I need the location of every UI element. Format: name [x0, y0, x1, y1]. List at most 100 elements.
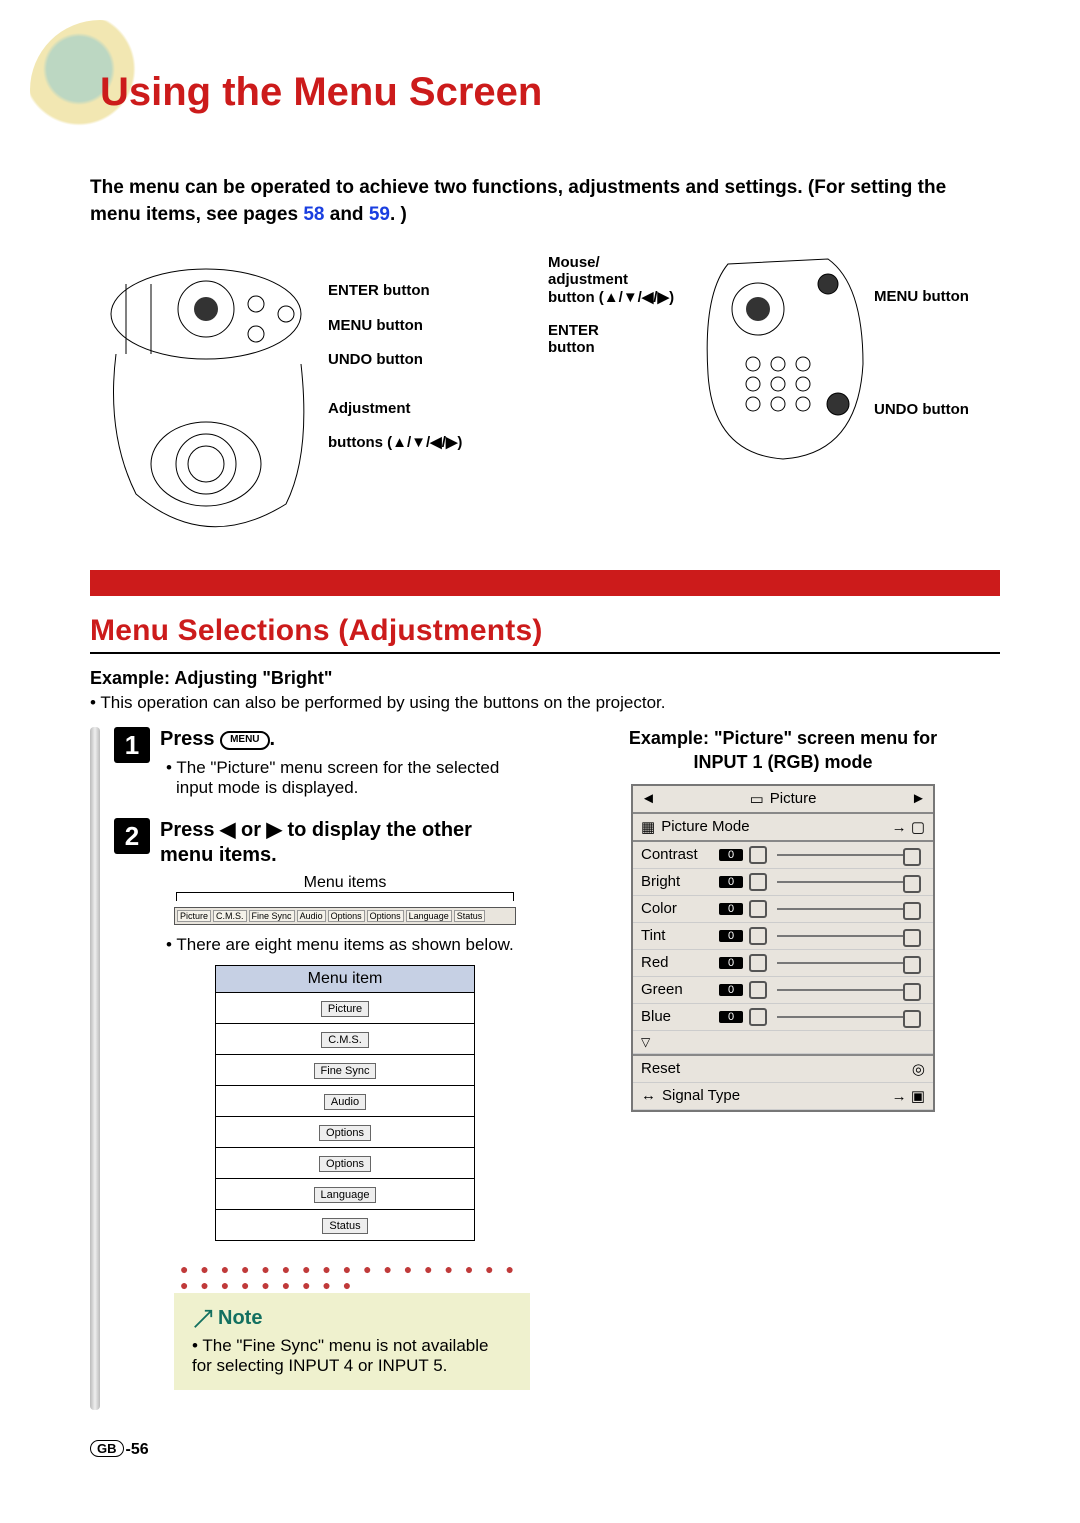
strip-item: Audio	[297, 910, 326, 922]
osd-row-green: Green 0	[633, 977, 933, 1004]
reset-icon: ◎	[912, 1060, 925, 1078]
menu-table-row: Status	[322, 1218, 367, 1234]
menu-table-row: Options	[319, 1125, 371, 1141]
slider-track	[777, 854, 921, 856]
osd-label-red: Red	[641, 954, 713, 971]
osd-row-tint: Tint 0	[633, 923, 933, 950]
osd-val-tint: 0	[719, 930, 743, 942]
projector-illustration	[96, 254, 316, 534]
example-heading: Example: Adjusting "Bright"	[90, 668, 1000, 689]
diagram-area: ENTER button MENU button UNDO button Adj…	[90, 248, 1000, 540]
menu-item-table: Menu item Picture C.M.S. Fine Sync Audio…	[215, 965, 475, 1241]
osd-label-bright: Bright	[641, 873, 713, 890]
label-remote-enter-b: button	[548, 339, 698, 356]
note-dots: ● ● ● ● ● ● ● ● ● ● ● ● ● ● ● ● ● ● ● ● …	[160, 1261, 530, 1293]
slider-knob-icon	[749, 981, 767, 999]
slider-track	[777, 881, 921, 883]
menu-table-row: Fine Sync	[314, 1063, 377, 1079]
step-2: 2 Press ◀ or ▶ to display the other menu…	[90, 818, 530, 1390]
note-icon	[192, 1308, 214, 1330]
osd-row-color: Color 0	[633, 896, 933, 923]
slider-track	[777, 1016, 921, 1018]
page-link-59[interactable]: 59	[369, 204, 390, 225]
note-box: Note • The "Fine Sync" menu is not avail…	[174, 1293, 530, 1390]
osd-label-contrast: Contrast	[641, 846, 713, 863]
label-undo-button: UNDO button	[328, 343, 462, 378]
label-adjustment-a: Adjustment	[328, 392, 462, 427]
osd-val-color: 0	[719, 903, 743, 915]
menu-table-row: Options	[319, 1156, 371, 1172]
page-number: GB-56	[90, 1440, 1000, 1459]
label-remote-undo: UNDO button	[874, 401, 994, 418]
osd-signal-row: ↔ Signal Type → ▣	[633, 1083, 933, 1110]
step-1: 1 Press MENU. • The "Picture" menu scree…	[90, 727, 530, 798]
step-1-title-a: Press	[160, 728, 220, 750]
osd-example-title: Example: "Picture" screen menu for INPUT…	[566, 727, 1000, 774]
slider-knob-icon	[749, 873, 767, 891]
label-enter-button: ENTER button	[328, 274, 462, 309]
page-link-58[interactable]: 58	[303, 204, 324, 225]
label-mouse-b: adjustment	[548, 271, 698, 288]
osd-panel: ◄ ▭ Picture ► ▦ Picture Mode → ▢ Contras…	[631, 784, 935, 1112]
slider-track	[777, 989, 921, 991]
chevron-down-icon: ▽	[641, 1035, 650, 1049]
page-title: Using the Menu Screen	[100, 70, 1000, 115]
strip-item: Language	[406, 910, 452, 922]
osd-header-label: Picture	[770, 790, 817, 807]
osd-val-blue: 0	[719, 1011, 743, 1023]
intro-text-b: . )	[390, 204, 407, 225]
step-rail	[90, 727, 100, 1410]
step-1-desc: • The "Picture" menu screen for the sele…	[166, 758, 530, 798]
osd-monitor-icon: ▭	[750, 790, 764, 808]
strip-item: Picture	[177, 910, 211, 922]
menu-strip-label: Menu items	[160, 874, 530, 892]
strip-item: Status	[454, 910, 486, 922]
section-title: Menu Selections (Adjustments)	[90, 614, 1000, 648]
osd-right-arrow-icon: ►	[911, 790, 925, 807]
menu-strip: Picture C.M.S. Fine Sync Audio Options O…	[174, 907, 516, 925]
osd-label-tint: Tint	[641, 927, 713, 944]
gb-badge: GB	[90, 1440, 124, 1457]
osd-reset-label: Reset	[641, 1060, 680, 1077]
osd-signal-label: Signal Type	[662, 1087, 740, 1104]
osd-picture-mode-row: ▦ Picture Mode → ▢	[633, 814, 933, 842]
section-rule	[90, 652, 1000, 654]
osd-label-blue: Blue	[641, 1008, 713, 1025]
menu-strip-brace	[176, 892, 514, 901]
slider-knob-icon	[749, 1008, 767, 1026]
label-adjustment-b: buttons (▲/▼/◀/▶)	[328, 426, 462, 461]
menu-table-row: Picture	[321, 1001, 369, 1017]
osd-header: ◄ ▭ Picture ►	[633, 786, 933, 814]
step-2-title: Press ◀ or ▶ to display the other menu i…	[160, 818, 530, 868]
label-mouse-c: button (▲/▼/◀/▶)	[548, 288, 698, 306]
intro-paragraph: The menu can be operated to achieve two …	[90, 175, 1000, 228]
remote-illustration	[698, 254, 868, 464]
osd-val-bright: 0	[719, 876, 743, 888]
note-heading-text: Note	[218, 1307, 262, 1330]
osd-picture-mode-value: → ▢	[892, 818, 925, 836]
osd-signal-value: → ▣	[892, 1087, 925, 1105]
label-mouse-a: Mouse/	[548, 254, 698, 271]
menu-table-row: C.M.S.	[321, 1032, 369, 1048]
label-remote-enter-a: ENTER	[548, 322, 698, 339]
osd-val-red: 0	[719, 957, 743, 969]
page-number-value: -56	[126, 1441, 149, 1458]
osd-left-arrow-icon: ◄	[641, 790, 655, 807]
note-heading: Note	[192, 1307, 512, 1330]
slider-track	[777, 908, 921, 910]
osd-label-green: Green	[641, 981, 713, 998]
slider-knob-icon	[749, 900, 767, 918]
step-1-title: Press MENU.	[160, 727, 530, 752]
osd-picture-mode-label: Picture Mode	[661, 818, 749, 835]
osd-label-color: Color	[641, 900, 713, 917]
strip-item: C.M.S.	[213, 910, 247, 922]
note-text: • The "Fine Sync" menu is not available …	[192, 1336, 512, 1376]
osd-example-title-b: INPUT 1 (RGB) mode	[693, 752, 872, 772]
label-menu-button: MENU button	[328, 309, 462, 344]
osd-row-bright: Bright 0	[633, 869, 933, 896]
intro-and: and	[324, 204, 368, 225]
step-2-number: 2	[114, 818, 150, 854]
osd-row-red: Red 0	[633, 950, 933, 977]
menu-table-row: Language	[314, 1187, 377, 1203]
slider-track	[777, 935, 921, 937]
